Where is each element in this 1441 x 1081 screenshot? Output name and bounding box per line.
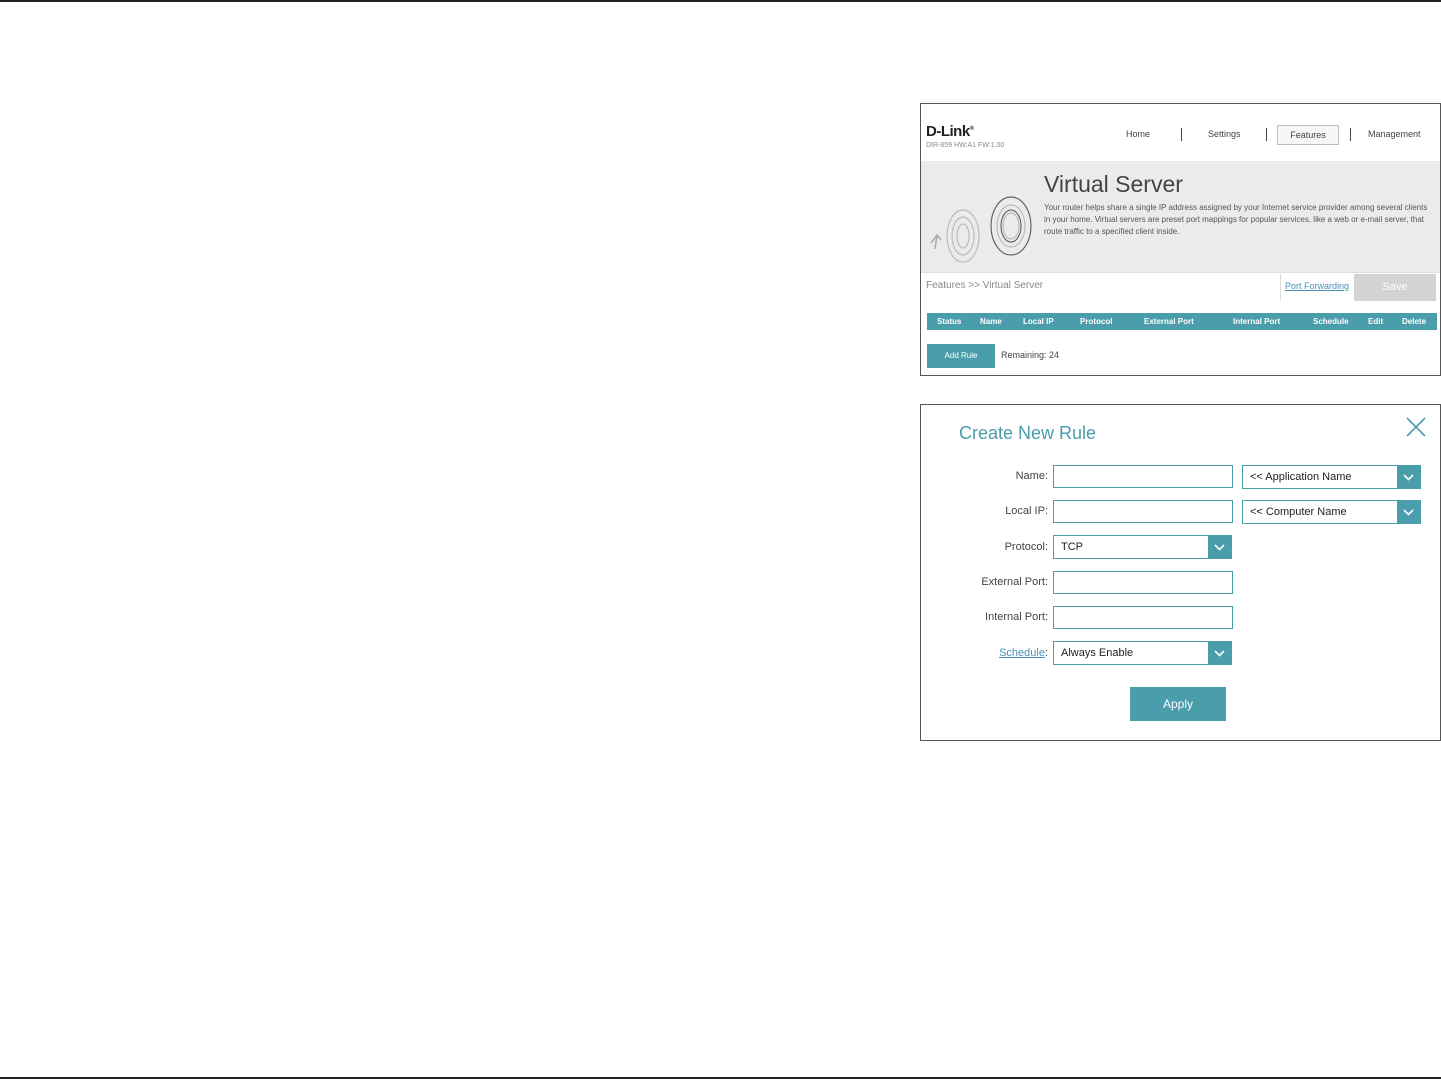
local-ip-field[interactable] (1053, 500, 1233, 523)
protocol-value: TCP (1061, 541, 1083, 553)
application-name-select[interactable]: << Application Name (1242, 465, 1421, 489)
nav-divider (1266, 128, 1267, 141)
column-header-internal-port: Internal Port (1233, 317, 1281, 326)
firmware-info: DIR-859 HW:A1 FW:1.00 (926, 142, 1005, 149)
nav-home[interactable]: Home (1126, 125, 1150, 143)
column-header-edit: Edit (1368, 317, 1384, 326)
column-header-name: Name (980, 317, 1002, 326)
protocol-select[interactable]: TCP (1053, 535, 1232, 559)
name-field[interactable] (1053, 465, 1233, 488)
column-header-schedule: Schedule (1313, 317, 1349, 326)
breadcrumb: Features >> Virtual Server (926, 280, 1044, 291)
dialog-title: Create New Rule (959, 423, 1097, 443)
chevron-down-icon (1208, 536, 1231, 558)
page-bottom-rule (0, 1077, 1441, 1079)
protocol-label: Protocol: (1004, 541, 1048, 553)
column-header-protocol: Protocol (1080, 317, 1113, 326)
page-banner: Virtual Server Your router helps share a… (921, 161, 1440, 273)
nav-features[interactable]: Features (1277, 125, 1339, 145)
port-forwarding-link[interactable]: Port Forwarding (1285, 281, 1349, 291)
nav-settings[interactable]: Settings (1208, 125, 1241, 143)
schedule-link[interactable]: Schedule (999, 647, 1045, 659)
nav-management[interactable]: Management (1368, 125, 1421, 143)
external-port-field[interactable] (1053, 571, 1233, 594)
name-label: Name: (1015, 470, 1048, 482)
chevron-down-icon (1397, 501, 1420, 523)
add-rule-button[interactable]: Add Rule (927, 344, 995, 368)
local-ip-label: Local IP: (1005, 505, 1048, 517)
column-header-external-port: External Port (1144, 317, 1194, 326)
column-header-delete: Delete (1402, 317, 1427, 326)
apply-button[interactable]: Apply (1130, 687, 1226, 721)
column-header-status: Status (937, 317, 962, 326)
banner-illustration (930, 196, 1032, 263)
virtual-server-screenshot: D-Link® DIR-859 HW:A1 FW:1.00 Home Setti… (920, 103, 1441, 376)
computer-name-value: << Computer Name (1250, 506, 1347, 518)
remaining-count: Remaining: 24 (1001, 350, 1060, 360)
internal-port-label: Internal Port: (985, 611, 1048, 623)
chevron-down-icon (1397, 466, 1420, 488)
page-description: Your router helps share a single IP addr… (1044, 203, 1428, 236)
dlink-logo: D-Link® (926, 123, 974, 140)
create-rule-dialog: Create New Rule Name: << Application Nam… (920, 404, 1441, 741)
internal-port-field[interactable] (1053, 606, 1233, 629)
nav-divider (1181, 128, 1182, 141)
computer-name-select[interactable]: << Computer Name (1242, 500, 1421, 524)
save-button[interactable]: Save (1354, 274, 1436, 301)
page-top-rule (0, 0, 1441, 2)
chevron-down-icon (1208, 642, 1231, 664)
close-icon[interactable] (1405, 416, 1427, 438)
schedule-select[interactable]: Always Enable (1053, 641, 1232, 665)
application-name-value: << Application Name (1250, 471, 1352, 483)
schedule-value: Always Enable (1061, 647, 1134, 659)
column-header-local-ip: Local IP (1023, 317, 1054, 326)
schedule-label: Schedule: (999, 647, 1048, 659)
nav-divider (1350, 128, 1351, 141)
page-title: Virtual Server (1044, 171, 1183, 197)
rules-table-header: Status Name Local IP Protocol External P… (927, 313, 1437, 330)
external-port-label: External Port: (981, 576, 1048, 588)
